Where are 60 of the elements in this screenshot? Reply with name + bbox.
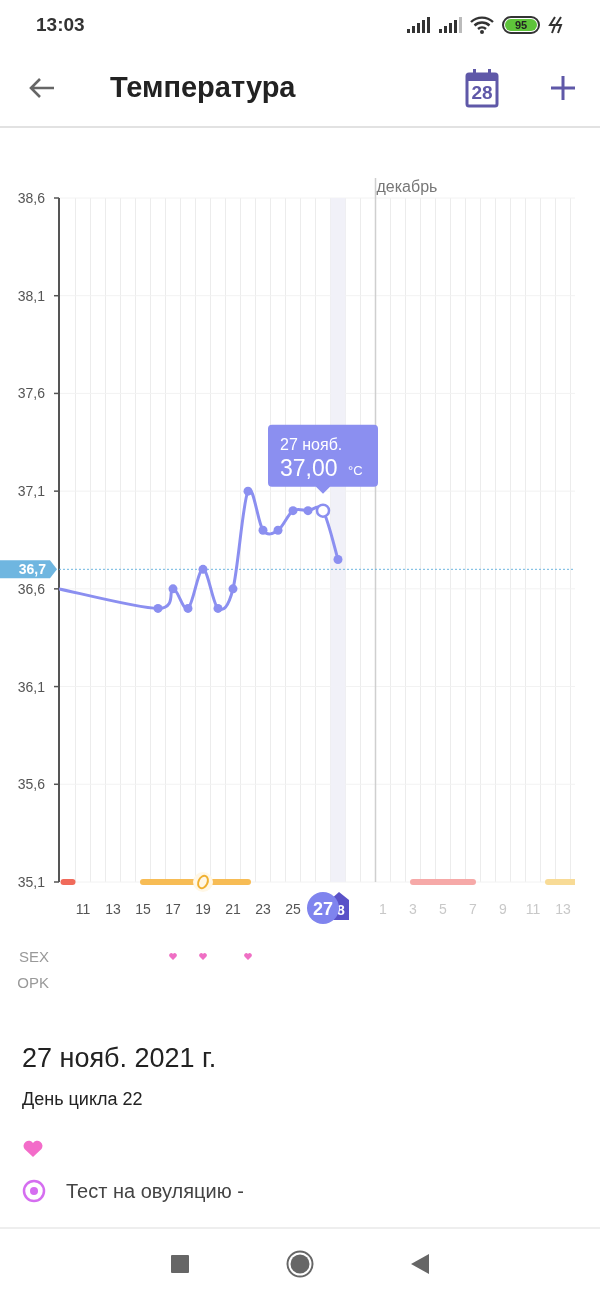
x-tick-label: 11 [75,901,91,917]
y-tick-label: 38,6 [17,190,45,206]
heart-icon [244,953,252,960]
data-point[interactable] [303,506,313,516]
reference-label: 36,7 [18,561,46,578]
cycle-phase-bar [410,879,476,885]
data-point[interactable] [213,603,223,613]
x-tick-label: 25 [285,901,301,917]
selected-date: 27 нояб. 2021 г. [22,1042,218,1075]
data-point[interactable] [183,603,193,613]
status-time: 13:03 [36,12,85,37]
data-point[interactable] [228,584,238,594]
row-label: OPK [17,974,49,991]
wifi-icon [470,16,494,34]
y-tick-label: 36,1 [17,678,45,695]
y-tick-label: 36,6 [17,580,45,597]
x-tick-label: 15 [135,901,151,917]
heart-icon [169,953,177,960]
back-arrow-icon [29,77,55,99]
signal-icon [406,17,430,33]
y-tick-label: 35,1 [17,874,45,890]
cycle-phase-bar [545,879,575,885]
home-button[interactable] [286,1250,314,1278]
cycle-day: День цикла 22 [22,1086,578,1113]
month-label: декабрь [376,178,438,195]
data-point[interactable] [198,564,208,574]
y-tick-label: 37,6 [17,385,45,402]
plus-icon [550,75,576,101]
y-tick-label: 35,6 [17,776,45,793]
reference-flag [0,560,57,579]
charging-icon [548,16,564,34]
cycle-phase-bar [60,879,76,885]
recents-button[interactable] [170,1254,190,1274]
signal-icon [438,17,462,33]
data-point[interactable] [273,525,283,535]
data-point[interactable] [258,525,268,535]
data-point[interactable] [168,584,178,594]
heart-icon [199,953,207,960]
data-point[interactable] [243,486,253,496]
value-tooltip: 27 нояб. 37,00 °C [268,424,378,494]
back-nav-button[interactable] [410,1253,430,1275]
battery-icon: 95 [502,16,540,34]
entry-text: Тест на овуляцию - [66,1179,244,1204]
x-tick-label: 23 [255,901,271,917]
screen-title: Температура [110,70,297,106]
x-tick-label: 19 [195,901,211,917]
data-point[interactable] [333,555,343,565]
row-label: SEX [19,948,49,965]
ovulation-marker [193,872,213,892]
y-tick-label: 38,1 [17,287,45,304]
selected-day-badge[interactable]: 27 [307,892,339,924]
data-point[interactable] [153,603,163,613]
data-point[interactable] [288,506,298,516]
x-tick-label: 13 [105,901,121,917]
x-tick-label: 17 [165,901,181,917]
selected-point[interactable] [315,503,331,518]
y-tick-label: 37,1 [17,483,45,500]
x-tick-label: 21 [225,901,241,917]
heart-icon [22,1140,44,1158]
target-icon [22,1179,46,1203]
